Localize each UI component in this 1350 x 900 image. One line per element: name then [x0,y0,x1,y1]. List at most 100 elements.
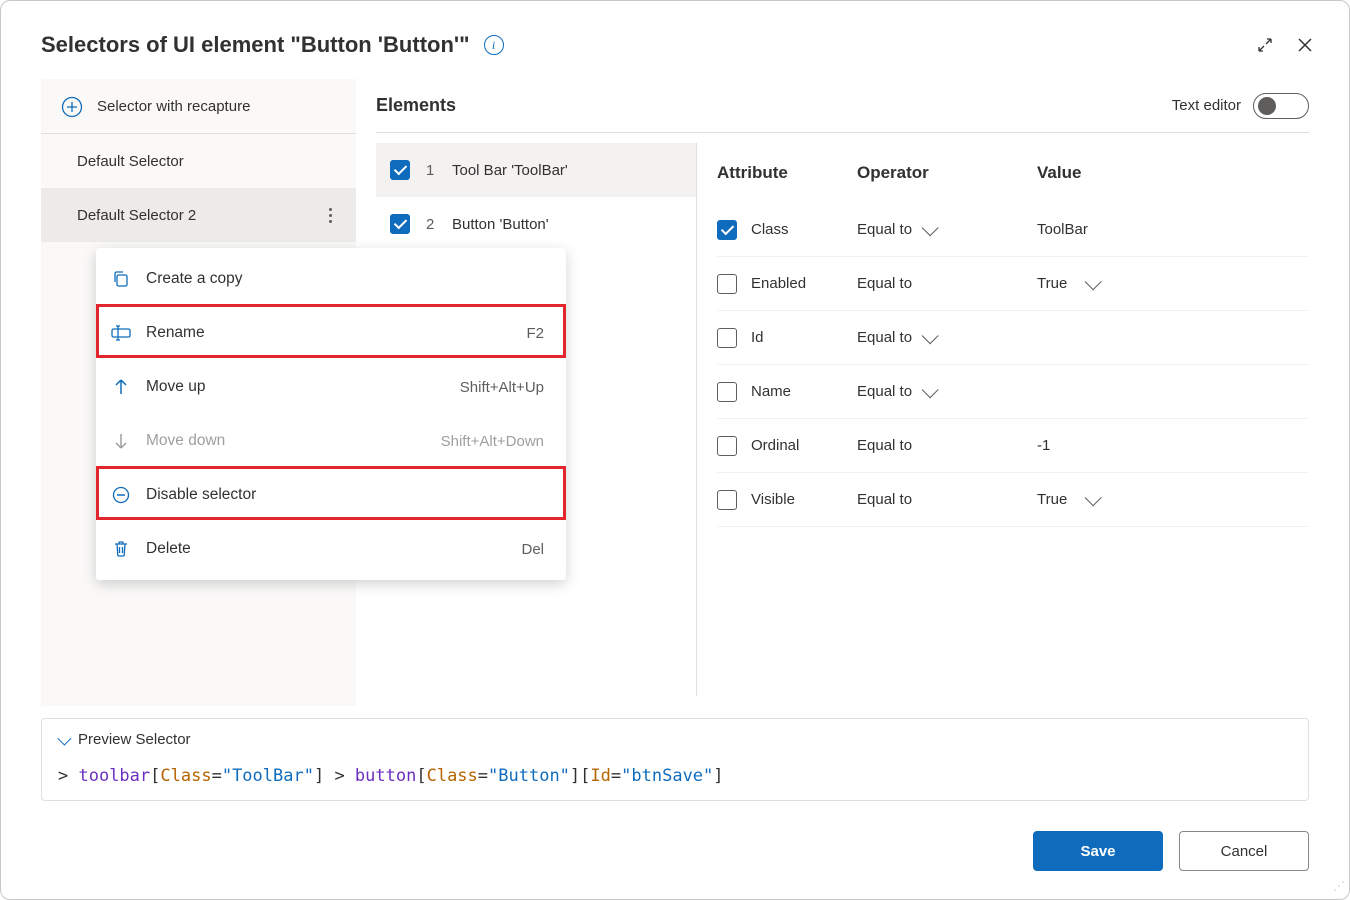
attr-operator[interactable]: Equal to [857,383,1037,400]
ctx-create-copy[interactable]: Create a copy [96,252,566,306]
preview-content: > toolbar[Class="ToolBar"] > button[Clas… [58,766,1292,786]
selector-item-label: Default Selector [77,153,184,170]
rename-icon [110,322,132,344]
attr-operator[interactable]: Equal to [857,491,1037,508]
text-editor-toggle[interactable] [1253,93,1309,119]
token-attr: Id [590,766,610,786]
ctx-label: Delete [146,540,191,558]
attr-row: VisibleEqual toTrue [717,473,1309,527]
ctx-delete[interactable]: Delete Del [96,522,566,576]
token-punc: = [478,766,488,786]
attr-name: Id [751,329,857,346]
ctx-label: Move up [146,378,205,396]
element-row-1[interactable]: 1 Tool Bar 'ToolBar' [376,143,696,197]
token-punc: [ [580,766,590,786]
dialog-title: Selectors of UI element "Button 'Button'… [41,32,470,58]
token-str: "btnSave" [621,766,713,786]
attr-value[interactable]: ToolBar [1037,221,1309,238]
ctx-label: Create a copy [146,270,243,288]
selector-item-2[interactable]: Default Selector 2 [41,188,356,242]
attr-checkbox[interactable] [717,328,737,348]
attr-name: Ordinal [751,437,857,454]
element-label: Tool Bar 'ToolBar' [452,162,568,179]
element-index: 2 [426,216,442,233]
delete-icon [110,538,132,560]
chevron-down-icon [922,327,939,344]
element-index: 1 [426,162,442,179]
attr-row: OrdinalEqual to-1 [717,419,1309,473]
ctx-move-down: Move down Shift+Alt+Down [96,414,566,468]
attribute-table: Attribute Operator Value ClassEqual toTo… [697,133,1309,706]
attr-checkbox[interactable] [717,220,737,240]
elements-heading: Elements [376,95,456,116]
token-tag: button [355,766,416,786]
attr-value[interactable]: True [1037,275,1309,292]
attr-checkbox[interactable] [717,274,737,294]
token-str: "ToolBar" [222,766,314,786]
preview-label: Preview Selector [78,731,191,748]
element-row-2[interactable]: 2 Button 'Button' [376,197,696,251]
chevron-down-icon [1085,273,1102,290]
token-tag: toolbar [78,766,150,786]
attr-operator[interactable]: Equal to [857,221,1037,238]
preview-selector-panel: Preview Selector > toolbar[Class="ToolBa… [41,718,1309,801]
info-icon[interactable]: i [484,35,504,55]
token-punc: > [58,766,78,786]
cancel-button[interactable]: Cancel [1179,831,1309,871]
token-str: "Button" [488,766,570,786]
ctx-shortcut: Del [521,541,544,558]
ctx-rename[interactable]: Rename F2 [96,306,566,360]
arrow-down-icon [110,430,132,452]
preview-toggle[interactable]: Preview Selector [58,731,1292,748]
element-label: Button 'Button' [452,216,549,233]
token-punc: = [212,766,222,786]
add-selector-label: Selector with recapture [97,98,250,115]
token-punc: [ [416,766,426,786]
more-options-icon[interactable] [325,204,336,227]
token-attr: Class [427,766,478,786]
ctx-shortcut: Shift+Alt+Down [441,433,544,450]
resize-grip[interactable]: ⋰ [1333,879,1343,893]
attr-value[interactable]: -1 [1037,437,1309,454]
element-checkbox[interactable] [390,214,410,234]
token-punc: ] [713,766,723,786]
attr-checkbox[interactable] [717,436,737,456]
attr-row: EnabledEqual toTrue [717,257,1309,311]
attr-checkbox[interactable] [717,490,737,510]
chevron-down-icon [922,381,939,398]
disable-icon [110,484,132,506]
selector-item-label: Default Selector 2 [77,207,196,224]
ctx-disable-selector[interactable]: Disable selector [96,468,566,522]
arrow-up-icon [110,376,132,398]
chevron-down-icon [57,731,71,745]
ctx-label: Disable selector [146,486,256,504]
attr-name: Class [751,221,857,238]
close-icon[interactable] [1289,29,1321,61]
ctx-label: Rename [146,324,205,342]
expand-icon[interactable] [1249,29,1281,61]
ctx-label: Move down [146,432,225,450]
attr-name: Visible [751,491,857,508]
attr-operator[interactable]: Equal to [857,275,1037,292]
add-selector-button[interactable]: Selector with recapture [41,80,356,134]
text-editor-label: Text editor [1172,97,1241,114]
attr-name: Name [751,383,857,400]
context-menu: Create a copy Rename F2 Move up Shift+Al… [96,248,566,580]
selector-item-1[interactable]: Default Selector [41,134,356,188]
attr-operator[interactable]: Equal to [857,437,1037,454]
ctx-move-up[interactable]: Move up Shift+Alt+Up [96,360,566,414]
token-attr: Class [160,766,211,786]
attr-value[interactable]: True [1037,491,1309,508]
attr-row: IdEqual to [717,311,1309,365]
save-button[interactable]: Save [1033,831,1163,871]
col-value: Value [1037,163,1309,183]
element-checkbox[interactable] [390,160,410,180]
attr-checkbox[interactable] [717,382,737,402]
token-punc: [ [150,766,160,786]
attr-row: NameEqual to [717,365,1309,419]
copy-icon [110,268,132,290]
ctx-shortcut: Shift+Alt+Up [460,379,544,396]
token-punc: ] [314,766,324,786]
attr-name: Enabled [751,275,857,292]
attr-operator[interactable]: Equal to [857,329,1037,346]
